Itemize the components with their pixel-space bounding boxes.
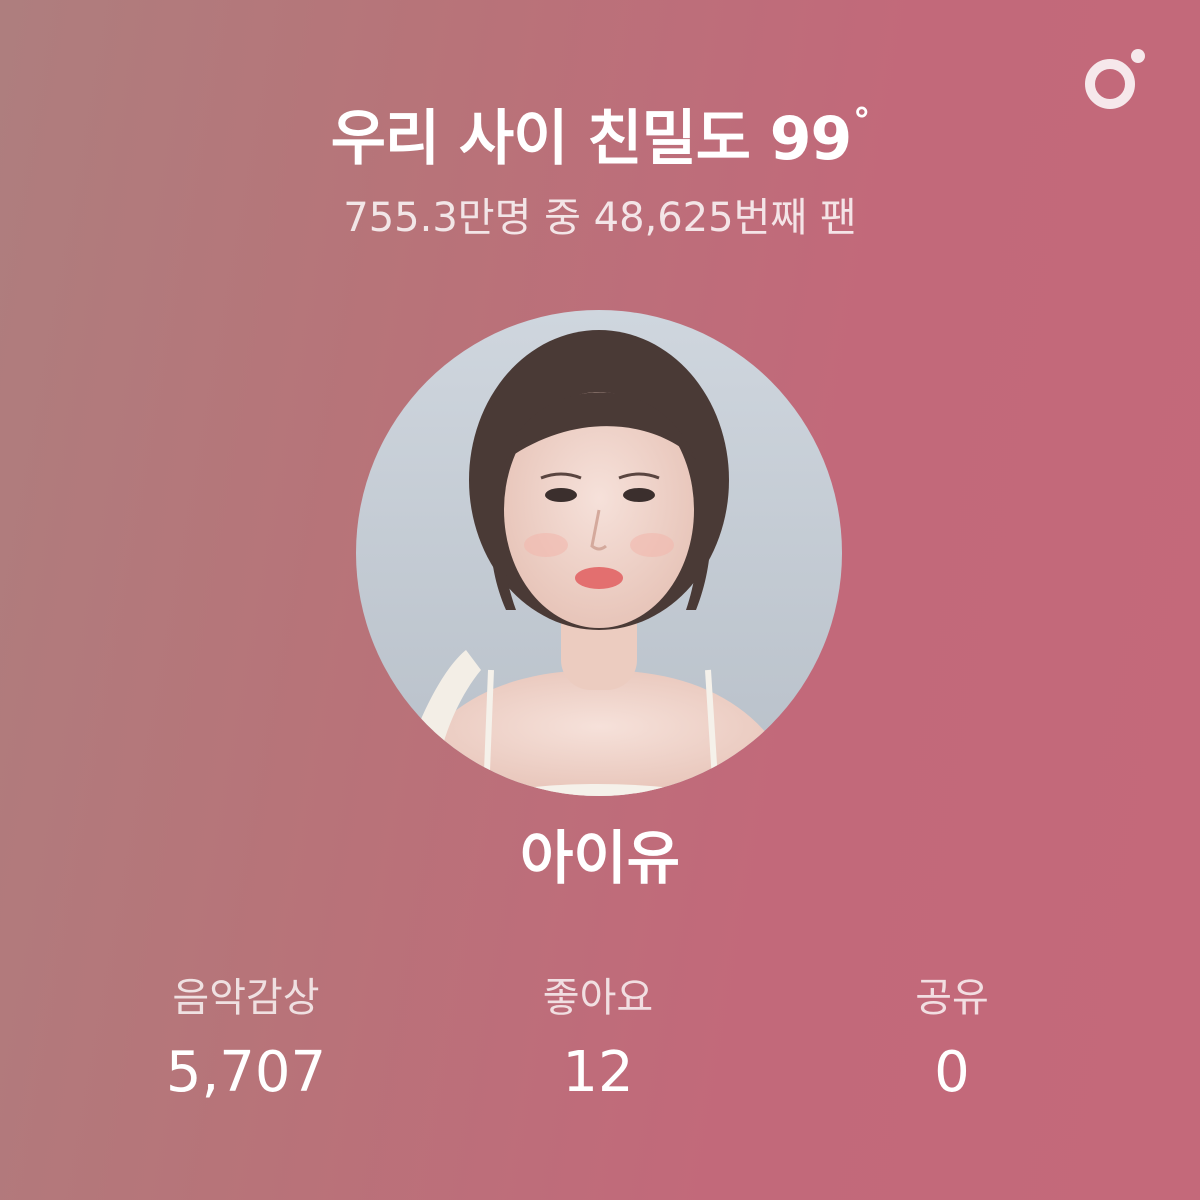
stat-listen-count: 음악감상 5,707 xyxy=(96,968,396,1114)
stat-like-count: 좋아요 12 xyxy=(448,968,748,1114)
artist-name: 아이유 xyxy=(519,824,681,892)
stat-value-listen: 5,707 xyxy=(165,1040,327,1105)
title-text: 우리 사이 친밀도 99 xyxy=(330,104,853,174)
fan-rank-subtitle: 755.3만명 중 48,625번째 팬 xyxy=(343,195,857,241)
artist-avatar xyxy=(356,310,842,796)
page-title: 우리 사이 친밀도 99° xyxy=(0,82,1200,184)
stat-label-listen: 음악감상 xyxy=(172,975,320,1021)
degree-symbol: ° xyxy=(853,101,870,141)
stat-label-like: 좋아요 xyxy=(542,975,654,1021)
stat-value-share: 0 xyxy=(934,1040,970,1105)
stat-label-share: 공유 xyxy=(915,975,989,1021)
stat-value-like: 12 xyxy=(562,1040,634,1105)
stat-share-count: 공유 0 xyxy=(802,968,1102,1114)
